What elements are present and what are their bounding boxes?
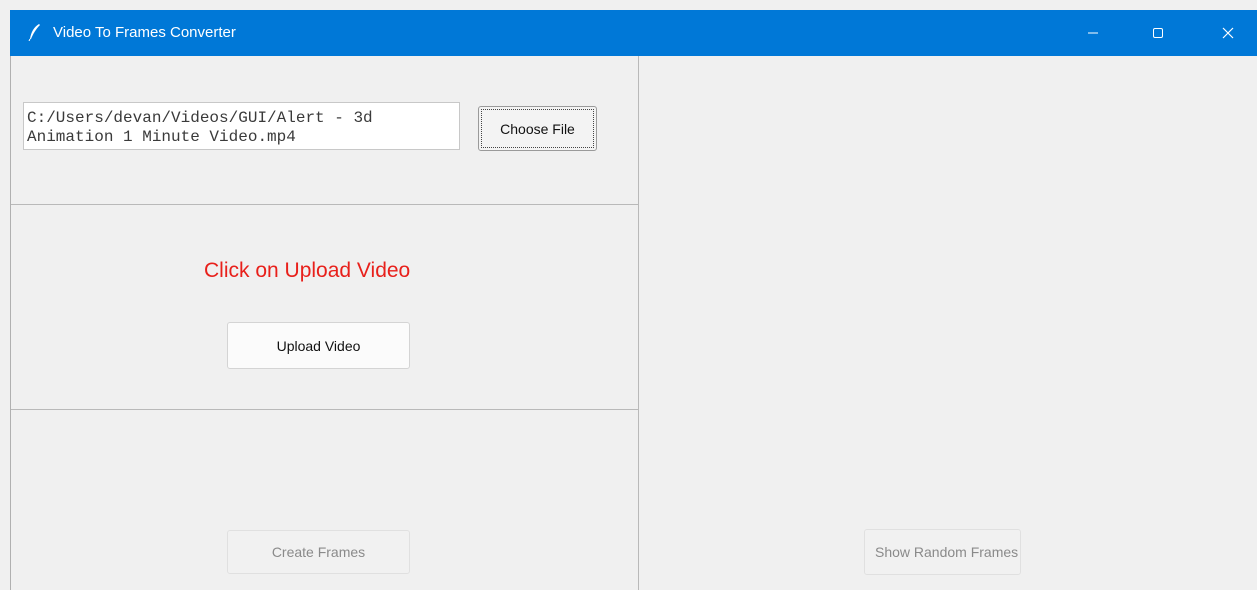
close-icon	[1222, 27, 1234, 39]
window-title: Video To Frames Converter	[53, 24, 236, 41]
minimize-button[interactable]	[1070, 10, 1116, 56]
choose-file-button[interactable]: Choose File	[478, 106, 597, 151]
minimize-icon	[1087, 27, 1099, 39]
window-border	[10, 56, 11, 590]
title-bar: Video To Frames Converter	[10, 10, 1257, 56]
section-divider	[11, 204, 638, 205]
show-random-frames-button[interactable]: Show Random Frames	[864, 529, 1021, 575]
panel-divider	[638, 56, 639, 590]
maximize-button[interactable]	[1135, 10, 1181, 56]
status-message: Click on Upload Video	[204, 259, 411, 282]
create-frames-button[interactable]: Create Frames	[227, 530, 410, 574]
close-button[interactable]	[1205, 10, 1251, 56]
upload-video-button[interactable]: Upload Video	[227, 322, 410, 369]
maximize-icon	[1152, 27, 1164, 39]
section-divider	[11, 409, 638, 410]
feather-icon	[28, 23, 42, 42]
file-path-field[interactable]: C:/Users/devan/Videos/GUI/Alert - 3d Ani…	[23, 102, 460, 150]
